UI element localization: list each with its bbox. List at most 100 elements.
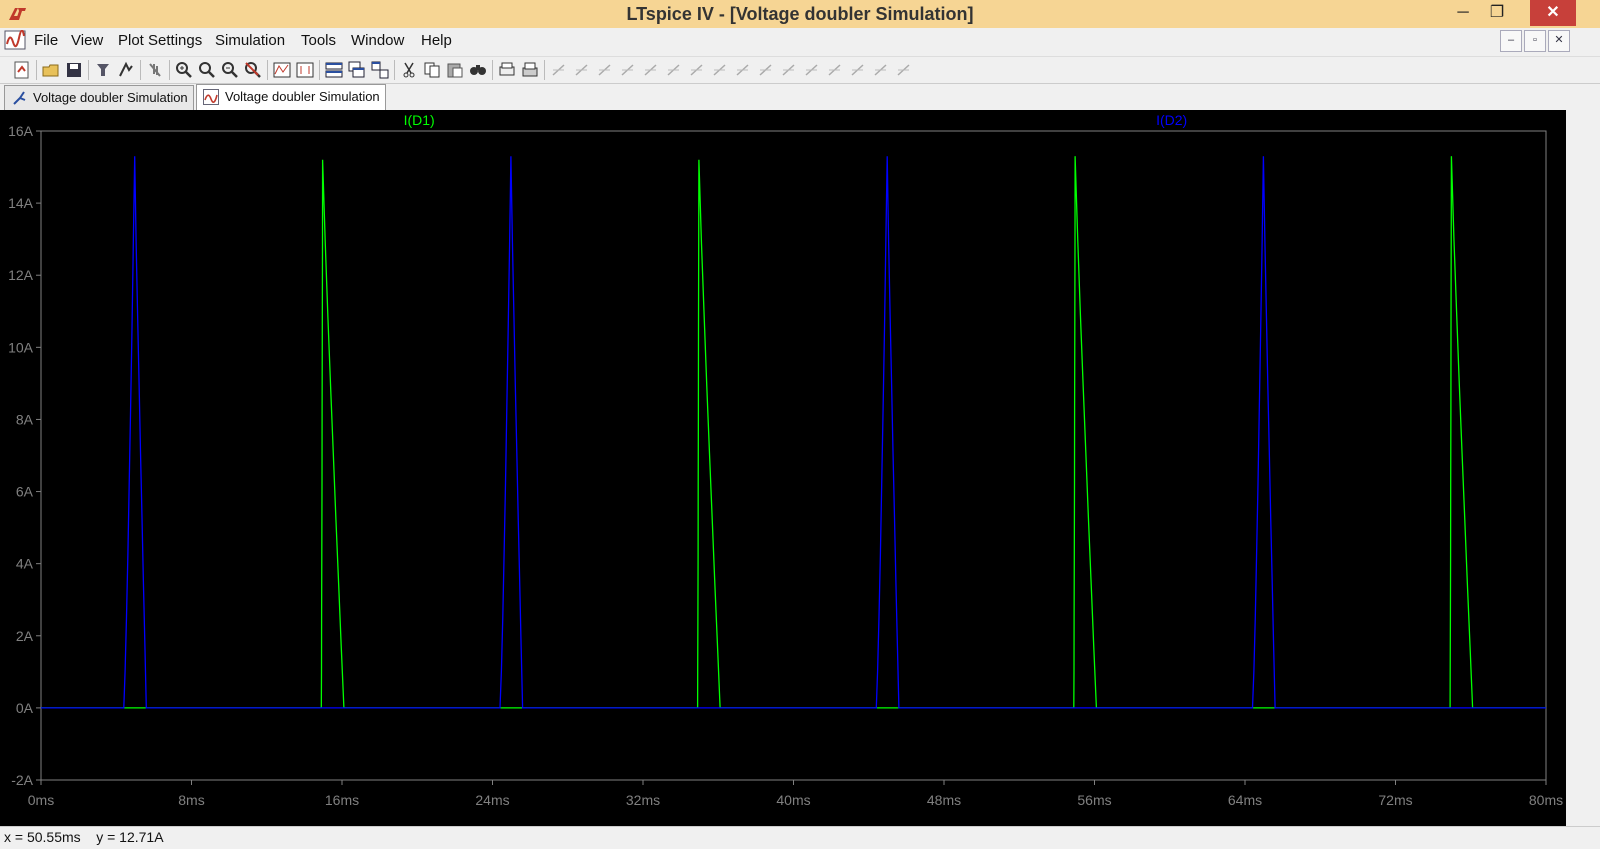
x-tick-label: 40ms (776, 792, 810, 808)
x-tick-label: 72ms (1378, 792, 1412, 808)
schematic-icon (11, 90, 27, 106)
maximize-button[interactable]: ❐ (1480, 0, 1514, 26)
wire-icon[interactable] (549, 60, 569, 80)
capacitor-icon[interactable] (641, 60, 661, 80)
waveform-icon (203, 89, 219, 105)
cascade-icon[interactable] (347, 60, 367, 80)
legend-label: I(D2) (1156, 112, 1187, 128)
y-tick-label: 8A (16, 411, 34, 427)
find-icon[interactable] (468, 60, 488, 80)
redo-icon[interactable] (802, 60, 822, 80)
label-icon[interactable] (595, 60, 615, 80)
y-tick-label: 6A (16, 484, 34, 500)
minimize-button[interactable]: ─ (1446, 0, 1480, 26)
waveform-window-icon[interactable] (4, 29, 26, 50)
toolbar-separator (88, 60, 89, 80)
spice-directive-icon[interactable] (894, 60, 914, 80)
menu-help[interactable]: Help (421, 32, 452, 49)
window-title: LTspice IV - [Voltage doubler Simulation… (626, 4, 974, 24)
right-margin (1566, 110, 1600, 826)
inductor-icon[interactable] (664, 60, 684, 80)
text-icon[interactable] (871, 60, 891, 80)
y-tick-label: 12A (8, 267, 34, 283)
paste-icon[interactable] (445, 60, 465, 80)
save-icon[interactable] (64, 60, 84, 80)
cut-icon[interactable] (399, 60, 419, 80)
waveform-chart[interactable]: -2A 0A 2A 4A 6A 8A 10A 12A 14A 16A 0ms 8ms 16ms 24ms 3… (0, 110, 1566, 826)
x-tick-label: 56ms (1077, 792, 1111, 808)
zoom-out-icon[interactable] (220, 60, 240, 80)
y-tick-label: 16A (8, 123, 34, 139)
tab-schematic[interactable]: Voltage doubler Simulation (4, 85, 194, 111)
run-icon[interactable] (116, 60, 136, 80)
y-tick-label: 0A (16, 700, 34, 716)
zoom-fit-icon[interactable] (243, 60, 263, 80)
y-tick-label: 2A (16, 628, 34, 644)
mdi-minimize-button[interactable]: – (1500, 30, 1522, 52)
autorange-icon[interactable] (272, 60, 292, 80)
x-tick-label: 0ms (28, 792, 54, 808)
zoom-in-icon[interactable] (174, 60, 194, 80)
plot-frame (40, 130, 1547, 781)
x-tick-label: 24ms (475, 792, 509, 808)
diode-icon[interactable] (687, 60, 707, 80)
x-tick-label: 32ms (626, 792, 660, 808)
zoom-area-icon[interactable] (197, 60, 217, 80)
waveform-plot[interactable]: -2A 0A 2A 4A 6A 8A 10A 12A 14A 16A 0ms 8ms 16ms 24ms 3… (0, 110, 1566, 826)
manual-limits-icon[interactable] (295, 60, 315, 80)
menu-tools[interactable]: Tools (301, 32, 336, 49)
title-bar: LTspice IV - [Voltage doubler Simulation… (0, 0, 1600, 28)
x-tick-label: 16ms (325, 792, 359, 808)
status-bar: x = 50.55ms y = 12.71A (0, 826, 1600, 849)
halt-icon[interactable] (145, 60, 165, 80)
toolbar-separator (394, 60, 395, 80)
tile-icon[interactable] (370, 60, 390, 80)
new-schematic-icon[interactable] (12, 60, 32, 80)
move-icon[interactable] (733, 60, 753, 80)
y-tick-label: -2A (11, 772, 33, 788)
print-preview-icon[interactable] (497, 60, 517, 80)
menu-plot-settings[interactable]: Plot Settings (118, 32, 202, 49)
toolbar-separator (169, 60, 170, 80)
x-tick-label: 8ms (178, 792, 204, 808)
x-tick-label: 64ms (1228, 792, 1262, 808)
cursor-readout: x = 50.55ms y = 12.71A (4, 829, 164, 845)
toolbar-separator (492, 60, 493, 80)
y-tick-label: 4A (16, 556, 34, 572)
toolbar-separator (140, 60, 141, 80)
document-tabs: Voltage doubler Simulation Voltage doubl… (0, 84, 1600, 111)
mdi-restore-button[interactable]: ▫ (1524, 30, 1546, 52)
toolbar-separator (544, 60, 545, 80)
menu-simulation[interactable]: Simulation (215, 32, 285, 49)
series-line-id2 (41, 156, 1546, 709)
menu-window[interactable]: Window (351, 32, 404, 49)
toolbar-separator (36, 60, 37, 80)
component-icon[interactable] (710, 60, 730, 80)
x-tick-label: 80ms (1529, 792, 1563, 808)
menu-view[interactable]: View (71, 32, 103, 49)
series-line-id1 (41, 156, 1546, 709)
menu-file[interactable]: File (34, 32, 58, 49)
tab-label: Voltage doubler Simulation (225, 89, 380, 104)
close-button[interactable]: ✕ (1530, 0, 1576, 26)
print-icon[interactable] (520, 60, 540, 80)
drag-icon[interactable] (756, 60, 776, 80)
toolbar-separator (319, 60, 320, 80)
toolbar (0, 56, 1600, 84)
tile-horizontal-icon[interactable] (324, 60, 344, 80)
x-tick-label: 48ms (927, 792, 961, 808)
resistor-icon[interactable] (618, 60, 638, 80)
toolbar-separator (267, 60, 268, 80)
legend-label: I(D1) (404, 112, 435, 128)
tab-waveform[interactable]: Voltage doubler Simulation (196, 84, 386, 111)
mirror-icon[interactable] (848, 60, 868, 80)
menu-bar: File View Plot Settings Simulation Tools… (0, 28, 1600, 54)
y-tick-label: 10A (8, 339, 34, 355)
copy-icon[interactable] (422, 60, 442, 80)
mdi-close-button[interactable]: ✕ (1548, 30, 1570, 52)
rotate-icon[interactable] (825, 60, 845, 80)
undo-icon[interactable] (779, 60, 799, 80)
ground-icon[interactable] (572, 60, 592, 80)
control-panel-icon[interactable] (93, 60, 113, 80)
open-icon[interactable] (41, 60, 61, 80)
